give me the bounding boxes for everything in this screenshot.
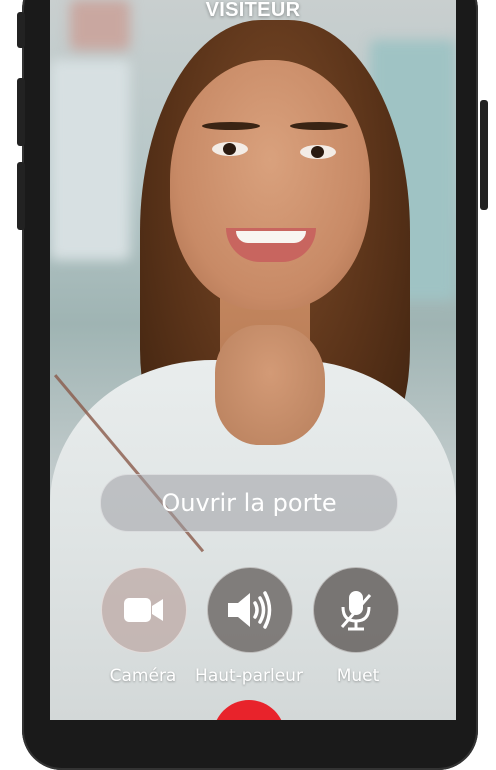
mute-button[interactable] [313, 567, 399, 653]
open-door-button[interactable]: Ouvrir la porte [100, 474, 398, 532]
visitor-hand [215, 325, 325, 445]
visitor-eyebrow [202, 122, 260, 130]
visitor-eye [300, 145, 336, 159]
speaker-button[interactable] [207, 567, 293, 653]
phone-power-button [480, 100, 488, 210]
mute-label: Muet [336, 666, 380, 686]
visitor-eyebrow [290, 122, 348, 130]
background-blur [50, 60, 130, 260]
video-call-screen: VISITEUR Ouvrir la porte Caméra Haut-par… [50, 0, 456, 720]
phone-volume-down-button [17, 162, 25, 230]
visitor-face [170, 60, 370, 310]
speaker-icon [228, 591, 272, 629]
visitor-eye [212, 142, 248, 156]
phone-side-button-top [17, 12, 25, 48]
microphone-off-icon [340, 591, 372, 631]
camera-button[interactable] [101, 567, 187, 653]
video-camera-icon [124, 598, 163, 622]
phone-volume-up-button [17, 78, 25, 146]
page-title: VISITEUR [205, 0, 301, 21]
